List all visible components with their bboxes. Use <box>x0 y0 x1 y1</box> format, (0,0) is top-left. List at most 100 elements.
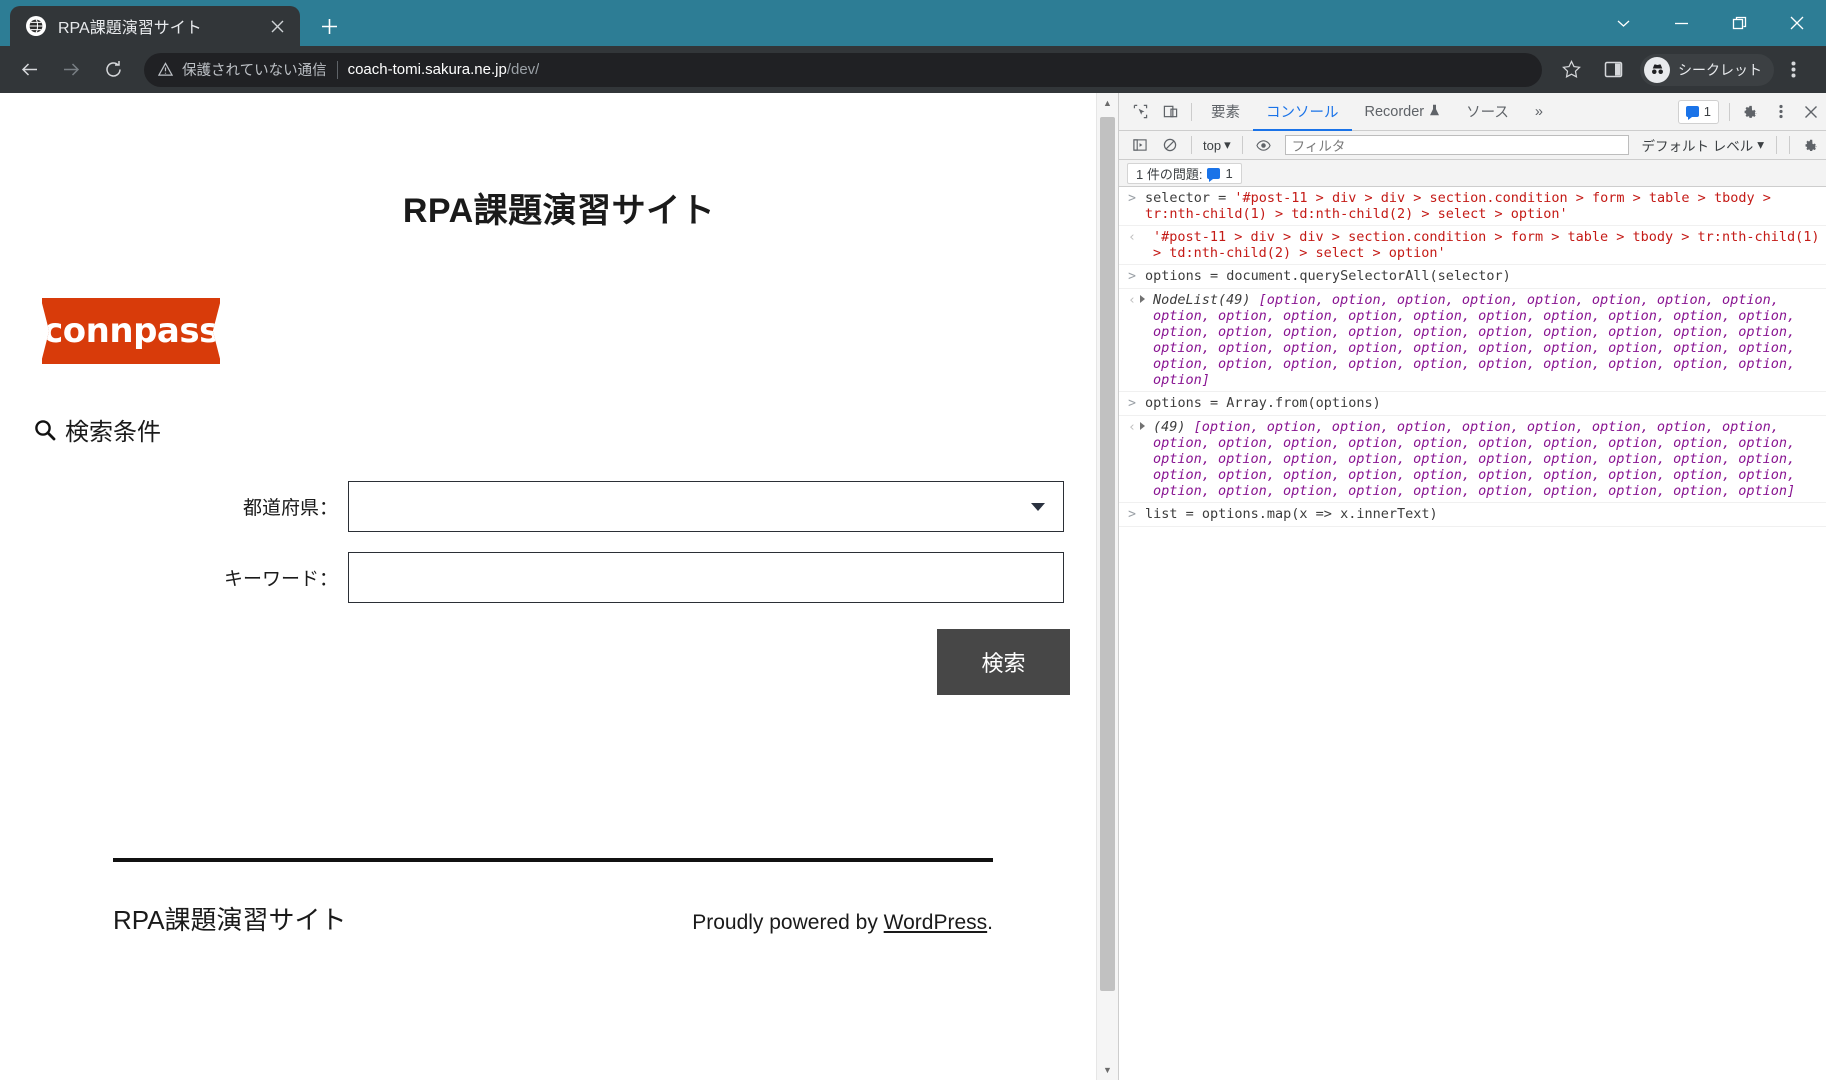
minimize-icon[interactable] <box>1652 0 1710 46</box>
address-bar[interactable]: 保護されていない通信 coach-tomi.sakura.ne.jp/dev/ <box>144 52 1542 87</box>
form-row-keyword: キーワード： <box>0 552 1118 603</box>
execution-context-selector[interactable]: top ▾ <box>1198 137 1236 153</box>
browser-toolbar: 保護されていない通信 coach-tomi.sakura.ne.jp/dev/ … <box>0 46 1826 93</box>
close-icon[interactable] <box>264 13 290 39</box>
caret-down-icon <box>1031 502 1045 511</box>
issues-summary-button[interactable]: 1 件の問題: 1 <box>1127 162 1242 184</box>
console-line-text: NodeList(49) [option, option, option, op… <box>1145 292 1820 388</box>
page-footer: RPA課題演習サイト Proudly powered by WordPress. <box>113 900 993 937</box>
three-dot-menu-icon[interactable] <box>1774 51 1812 89</box>
prefecture-select-value[interactable] <box>349 482 1063 531</box>
sidebar-toggle-icon[interactable] <box>1125 130 1155 160</box>
page-scrollbar[interactable]: ▲ ▼ <box>1096 93 1118 1080</box>
prefecture-label: 都道府県： <box>242 498 338 519</box>
console-output[interactable]: > selector = '#post-11 > div > div > sect… <box>1119 187 1826 1080</box>
console-line-text: list = options.map(x => x.innerText) <box>1145 506 1820 523</box>
footer-credit: Proudly powered by WordPress. <box>692 911 993 935</box>
live-expression-eye-icon[interactable] <box>1249 130 1279 160</box>
console-line-text: '#post-11 > div > div > section.conditio… <box>1145 229 1820 261</box>
console-line-text: options = document.querySelectorAll(sele… <box>1145 268 1820 285</box>
footer-credit-prefix: Proudly powered by <box>692 911 884 934</box>
web-page-content: RPA課題演習サイト connpass 検索条件 都道府県： キーワード： 検索… <box>0 93 1118 1080</box>
tab-more-overflow[interactable]: » <box>1522 93 1556 131</box>
console-token-num: (49) <box>1153 419 1194 435</box>
console-token-plain: selector = <box>1145 190 1235 206</box>
toolbar-divider-2 <box>1729 102 1730 121</box>
three-dot-menu-icon[interactable] <box>1766 97 1796 127</box>
keyword-input[interactable] <box>349 553 1063 602</box>
tab-elements[interactable]: 要素 <box>1198 93 1253 131</box>
console-return-icon: ‹ <box>1128 420 1136 435</box>
clear-console-icon[interactable] <box>1155 130 1185 160</box>
tab-sources[interactable]: ソース <box>1453 93 1522 131</box>
security-status-text: 保護されていない通信 <box>182 63 327 79</box>
console-input-line: > options = Array.from(options) <box>1119 392 1826 416</box>
console-return-icon: ‹ <box>1128 230 1136 245</box>
console-output-line: ‹ NodeList(49) [option, option, option, o… <box>1119 289 1826 392</box>
search-conditions-label: 検索条件 <box>65 419 161 446</box>
caret-down-icon: ▾ <box>1224 137 1231 152</box>
close-icon[interactable] <box>1768 0 1826 46</box>
console-token-str: '#post-11 > div > div > section.conditio… <box>1145 190 1779 222</box>
new-tab-button[interactable] <box>312 9 346 43</box>
console-line-text: selector = '#post-11 > div > div > secti… <box>1145 190 1820 222</box>
console-token-str: '#post-11 > div > div > section.conditio… <box>1153 229 1820 261</box>
console-token-obj: [option, option, option, option, option,… <box>1153 419 1804 499</box>
maximize-icon[interactable] <box>1710 0 1768 46</box>
issues-counter-chip[interactable]: 1 <box>1677 99 1719 124</box>
console-prompt-icon: > <box>1128 396 1136 411</box>
search-conditions-heading: 検索条件 <box>34 412 1118 447</box>
connpass-logo-text: connpass <box>43 311 219 351</box>
console-line-text: options = Array.from(options) <box>1145 395 1820 412</box>
console-filter-input[interactable]: フィルタ <box>1284 135 1630 155</box>
devtools-panel: 要素 コンソール Recorder ソース » 1 top ▾ フィルタ デフォ… <box>1118 93 1826 1080</box>
side-panel-icon[interactable] <box>1594 51 1632 89</box>
console-prompt-icon: > <box>1128 269 1136 284</box>
url-host: coach-tomi.sakura.ne.jp <box>347 61 507 78</box>
tab-console[interactable]: コンソール <box>1253 93 1352 131</box>
wordpress-link[interactable]: WordPress <box>884 911 987 934</box>
incognito-icon <box>1644 56 1670 83</box>
warning-triangle-icon <box>158 62 173 77</box>
reload-icon[interactable] <box>94 51 132 89</box>
back-arrow-icon[interactable] <box>10 51 48 89</box>
search-submit-button[interactable]: 検索 <box>937 629 1070 695</box>
caret-down-icon: ▾ <box>1757 137 1764 152</box>
prefecture-select[interactable] <box>348 481 1064 532</box>
console-filter-placeholder: フィルタ <box>1291 139 1346 154</box>
footer-divider <box>113 858 993 862</box>
device-toolbar-icon[interactable] <box>1155 97 1185 127</box>
search-form: 都道府県： キーワード： 検索 <box>0 481 1118 695</box>
scroll-down-icon[interactable]: ▼ <box>1097 1060 1118 1080</box>
incognito-indicator[interactable]: シークレット <box>1640 53 1774 86</box>
keyword-input-wrap[interactable] <box>348 552 1064 603</box>
gear-icon[interactable] <box>1736 97 1766 127</box>
chevron-down-icon[interactable] <box>1594 0 1652 46</box>
window-controls <box>1594 0 1826 46</box>
submit-row: 検索 <box>0 629 1118 695</box>
gear-icon[interactable] <box>1796 130 1826 160</box>
console-input-line: > list = options.map(x => x.innerText) <box>1119 503 1826 527</box>
console-token-plain: options = Array.from(options) <box>1145 395 1381 411</box>
log-level-selector[interactable]: デフォルト レベル ▾ <box>1635 135 1770 155</box>
console-output-line: ‹ '#post-11 > div > div > section.conditi… <box>1119 226 1826 265</box>
devtools-tab-bar: 要素 コンソール Recorder ソース » 1 <box>1119 93 1826 131</box>
scroll-up-icon[interactable]: ▲ <box>1097 93 1118 113</box>
console-prompt-icon: > <box>1128 507 1136 522</box>
url-text: coach-tomi.sakura.ne.jp/dev/ <box>348 61 540 78</box>
connpass-logo[interactable]: connpass <box>42 298 1118 364</box>
keyword-label: キーワード： <box>223 569 338 590</box>
scrollbar-thumb[interactable] <box>1100 117 1115 991</box>
globe-icon <box>26 16 46 36</box>
star-icon[interactable] <box>1552 51 1590 89</box>
close-icon[interactable] <box>1796 97 1826 127</box>
browser-window: RPA課題演習サイト 保護されていない通信 coach-tomi.sakura.… <box>0 0 1826 1080</box>
issues-summary-count: 1 <box>1225 165 1233 181</box>
forward-arrow-icon[interactable] <box>52 51 90 89</box>
console-line-text: (49) [option, option, option, option, op… <box>1145 419 1820 499</box>
browser-tab[interactable]: RPA課題演習サイト <box>10 6 300 46</box>
inspect-element-icon[interactable] <box>1125 97 1155 127</box>
console-output-line: ‹ (49) [option, option, option, option, o… <box>1119 416 1826 503</box>
console-token-plain: options = document.querySelectorAll(sele… <box>1145 268 1511 284</box>
tab-recorder[interactable]: Recorder <box>1352 93 1454 131</box>
